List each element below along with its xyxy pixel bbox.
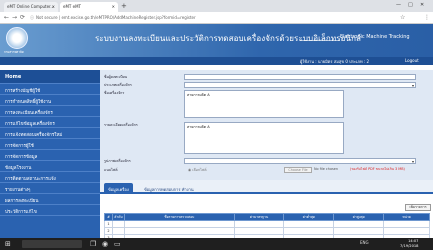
user-info: ผู้ใช้งาน : นายมิตร สมสุข 0 ประเภท : 2 — [300, 59, 370, 64]
user-bar: ผู้ใช้งาน : นายมิตร สมสุข 0 ประเภท : 2 L… — [0, 57, 433, 65]
folder-icon[interactable]: ▭ — [114, 240, 121, 248]
field-label: รายละเอียดเครื่องจักร — [104, 123, 138, 127]
table-header: ลำดับ — [111, 213, 125, 221]
maximize-icon[interactable]: □ — [408, 2, 413, 8]
table-cell[interactable] — [383, 220, 430, 228]
site-title: ระบบงานลงทะเบียนและประวัติการทดสอบเครื่อ… — [95, 34, 362, 43]
sidebar-item[interactable]: ประวัติการแก้ไข — [0, 205, 100, 216]
system-tray[interactable]: ENG — [360, 240, 369, 245]
chevron-down-icon: ▾ — [411, 159, 414, 164]
sidebar-item[interactable]: การแจ้งทดสอบเครื่องจักรใหม่ — [0, 128, 100, 139]
field-label: ประเภทเครื่องจักร — [104, 83, 132, 87]
machine-type-select[interactable]: ▾ — [184, 82, 416, 88]
tab-test-info[interactable]: ข้อมูลการทดสอบการ ทำงาน — [140, 183, 198, 194]
minimize-icon[interactable]: — — [396, 2, 401, 8]
address-bar: ← → ⟳ ⓘ Not secure | emt.excise.go.th/eM… — [0, 12, 433, 24]
table-cell[interactable] — [283, 220, 335, 228]
taskbar-clock[interactable]: 14:07 7/19/2018 — [400, 239, 418, 249]
sidebar-item[interactable]: การจัดการผู้ใช้ — [0, 139, 100, 150]
tab-machine-info[interactable]: ข้อมูลเครื่อง — [104, 183, 133, 194]
sidebar-item[interactable]: การติดตามสถานะการแจ้ง — [0, 172, 100, 183]
forward-icon[interactable]: → — [12, 14, 17, 21]
table-cell[interactable] — [111, 220, 125, 228]
sidebar-item[interactable]: การกำหนดสิทธิ์ผู้ใช้งาน — [0, 95, 100, 106]
tab-label: eMT eMT — [63, 4, 81, 9]
field-label: แนบไฟล์ — [104, 168, 118, 172]
taskbar: ⊞ ❐ ◉ ▭ ENG 14:07 7/19/2018 — [0, 238, 433, 250]
browser-tab-active[interactable]: eMT eMT ✕ — [60, 2, 118, 12]
table-header: ค่าต่ำสุด — [283, 213, 335, 221]
file-radio[interactable]: ◉ เลือกไฟล์ — [188, 167, 207, 173]
table-cell[interactable] — [283, 227, 335, 235]
sidebar: Home การสร้างบัญชีผู้ใช้ การกำหนดสิทธิ์ผ… — [0, 70, 100, 250]
table-cell[interactable] — [333, 220, 385, 228]
task-view-icon[interactable]: ❐ — [90, 240, 96, 248]
machine-image-select[interactable]: ▾ — [184, 158, 416, 164]
close-icon[interactable]: ✕ — [112, 4, 115, 9]
tab-label: eMT Online Computer... — [7, 4, 55, 9]
close-window-icon[interactable]: ✕ — [420, 2, 424, 8]
menu-icon[interactable]: ⋮ — [424, 14, 430, 21]
file-status: No file chosen — [314, 167, 339, 171]
table-cell[interactable] — [111, 227, 125, 235]
reload-icon[interactable]: ⟳ — [20, 14, 25, 21]
file-hint: (รองรับไฟล์ PDF ขนาดไม่เกิน 3 MB) — [350, 167, 405, 171]
new-tab-icon[interactable]: + — [121, 2, 127, 10]
machine-detail-textarea[interactable]: สายการผลิต A — [184, 122, 344, 154]
sidebar-item[interactable]: ผลการลงทะเบียน — [0, 194, 100, 205]
field-label: ชื่อผู้ลงทะเบียน — [104, 75, 128, 79]
close-icon[interactable]: ✕ — [52, 4, 55, 9]
back-icon[interactable]: ← — [4, 14, 9, 21]
choose-file-button[interactable]: Choose File — [284, 167, 312, 173]
chrome-icon[interactable]: ◉ — [102, 240, 108, 248]
bookmark-star-icon[interactable]: ☆ — [400, 14, 405, 21]
windows-start-icon[interactable]: ⊞ — [5, 240, 11, 248]
table-row: 2 — [104, 227, 430, 235]
logout-link[interactable]: Logout — [405, 58, 419, 63]
excise-logo — [6, 27, 28, 49]
header-divider — [300, 40, 340, 41]
chevron-down-icon: ▾ — [411, 83, 414, 88]
table-cell[interactable] — [123, 220, 235, 228]
field-label: รูปภาพเครื่องจักร — [104, 159, 131, 163]
url-input[interactable]: Not secure | emt.excise.go.th/eMTPRO/Add… — [36, 15, 396, 20]
sidebar-item[interactable]: การสร้างบัญชีผู้ใช้ — [0, 84, 100, 95]
table-cell[interactable] — [383, 227, 430, 235]
clock-date: 7/19/2018 — [400, 244, 419, 248]
sidebar-item[interactable]: การจัดการข้อมูล — [0, 150, 100, 161]
table-cell[interactable] — [233, 220, 285, 228]
browser-tab[interactable]: eMT Online Computer... ✕ — [4, 2, 58, 12]
sidebar-item[interactable]: การแก้ไขข้อมูลเครื่องจักร — [0, 117, 100, 128]
table-header: ชื่อรายการตรวจสอบ — [123, 213, 235, 221]
registrant-field[interactable] — [184, 74, 416, 80]
register-form: ชื่อผู้ลงทะเบียน ประเภทเครื่องจักร ▾ ชื่… — [100, 70, 433, 180]
brand-name: Electronic Machine Tracking — [340, 34, 410, 40]
site-header: กรมสรรพสามิต ระบบงานลงทะเบียนและประวัติก… — [0, 24, 433, 57]
table-cell[interactable] — [333, 227, 385, 235]
browser-tabbar: eMT Online Computer... ✕ eMT eMT ✕ + — □… — [0, 0, 433, 12]
table-cell: 2 — [104, 227, 113, 235]
sidebar-item[interactable]: รายงานต่างๆ — [0, 183, 100, 194]
info-icon[interactable]: ⓘ — [30, 15, 34, 21]
table-cell[interactable] — [233, 227, 285, 235]
table-cell[interactable] — [123, 227, 235, 235]
table-cell: 1 — [104, 220, 113, 228]
table-header-row: # ลำดับ ชื่อรายการตรวจสอบ ค่ามาตรฐาน ค่า… — [104, 213, 430, 221]
sidebar-item-home[interactable]: Home — [0, 70, 100, 84]
logo-caption: กรมสรรพสามิต — [4, 50, 24, 54]
detail-tabs: ข้อมูลเครื่อง ข้อมูลการทดสอบการ ทำงาน — [100, 180, 433, 194]
sidebar-item[interactable]: การลงทะเบียนเครื่องจักร — [0, 106, 100, 117]
table-header: # — [104, 213, 113, 221]
table-header: ค่าสูงสุด — [333, 213, 385, 221]
table-header: หน่วย — [383, 213, 430, 221]
table-header: ค่ามาตรฐาน — [233, 213, 285, 221]
taskbar-search[interactable] — [22, 240, 82, 248]
sidebar-item[interactable]: ข้อมูลโรงงาน — [0, 161, 100, 172]
add-item-button[interactable]: เพิ่มรายการ — [405, 204, 431, 211]
table-row: 1 — [104, 220, 430, 228]
machine-name-textarea[interactable]: สายการผลิต A — [184, 90, 344, 118]
field-label: ชื่อเครื่องจักร — [104, 91, 125, 95]
